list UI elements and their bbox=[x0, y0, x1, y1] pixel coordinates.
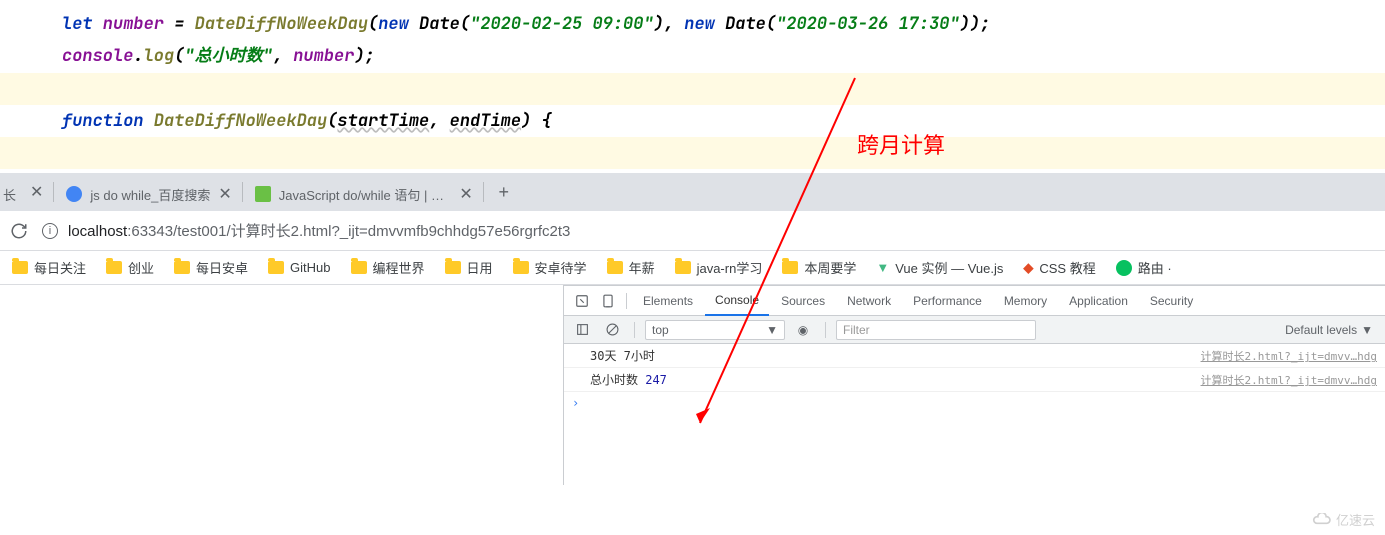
browser-tab-strip: 长 ✕ js do while_百度搜索 ✕ JavaScript do/whi… bbox=[0, 173, 1385, 211]
tab-elements[interactable]: Elements bbox=[633, 286, 703, 316]
log-source-link[interactable]: 计算时长2.html?_ijt=dmvv…hdg bbox=[1201, 372, 1377, 388]
bookmark-item[interactable]: 创业 bbox=[98, 254, 162, 281]
code-line-2: console.log("总小时数", number); bbox=[0, 40, 1385, 72]
folder-icon bbox=[12, 261, 28, 274]
bookmark-item[interactable]: 年薪 bbox=[599, 254, 663, 281]
tab-performance[interactable]: Performance bbox=[903, 286, 992, 316]
site-info-icon[interactable]: i bbox=[42, 223, 58, 239]
close-icon[interactable]: ✕ bbox=[20, 182, 53, 202]
bookmark-item[interactable]: ◆CSS 教程 bbox=[1015, 254, 1103, 281]
bookmark-item[interactable]: ▼Vue 实例 — Vue.js bbox=[868, 254, 1011, 281]
bookmark-item[interactable]: java-rn学习 bbox=[667, 254, 771, 281]
bookmark-item[interactable]: 安卓待学 bbox=[505, 254, 595, 281]
favicon-icon bbox=[255, 186, 271, 202]
clear-icon[interactable] bbox=[600, 318, 624, 342]
page-content bbox=[0, 285, 563, 485]
devtools-tab-strip: Elements Console Sources Network Perform… bbox=[564, 286, 1385, 316]
folder-icon bbox=[351, 261, 367, 274]
vue-icon: ▼ bbox=[876, 260, 889, 275]
separator bbox=[634, 322, 635, 338]
folder-icon bbox=[445, 261, 461, 274]
folder-icon bbox=[174, 261, 190, 274]
bookmark-item[interactable]: 编程世界 bbox=[343, 254, 433, 281]
context-selector[interactable]: top▼ bbox=[645, 320, 785, 340]
address-bar: i localhost:63343/test001/计算时长2.html?_ij… bbox=[0, 211, 1385, 251]
new-tab-button[interactable]: + bbox=[490, 178, 518, 206]
device-icon[interactable] bbox=[596, 289, 620, 313]
console-prompt[interactable]: › bbox=[564, 392, 1385, 414]
log-entry: 总小时数 247 计算时长2.html?_ijt=dmvv…hdg bbox=[564, 368, 1385, 392]
tab-security[interactable]: Security bbox=[1140, 286, 1203, 316]
bookmark-item[interactable]: 日用 bbox=[437, 254, 501, 281]
bookmark-item[interactable]: 每日关注 bbox=[4, 254, 94, 281]
code-line-5 bbox=[0, 137, 1385, 169]
separator bbox=[626, 293, 627, 309]
devtools-panel: Elements Console Sources Network Perform… bbox=[563, 285, 1385, 485]
log-source-link[interactable]: 计算时长2.html?_ijt=dmvv…hdg bbox=[1201, 348, 1377, 364]
browser-tab-1[interactable]: js do while_百度搜索 ✕ bbox=[54, 177, 241, 211]
tab-memory[interactable]: Memory bbox=[994, 286, 1057, 316]
url-display[interactable]: i localhost:63343/test001/计算时长2.html?_ij… bbox=[42, 220, 1375, 241]
console-toolbar: top▼ ◉ Filter Default levels ▼ bbox=[564, 316, 1385, 344]
folder-icon bbox=[106, 261, 122, 274]
wechat-icon bbox=[1116, 260, 1132, 276]
bookmark-item[interactable]: 每日安卓 bbox=[166, 254, 256, 281]
eye-icon[interactable]: ◉ bbox=[791, 318, 815, 342]
code-line-4: function DateDiffNoWeekDay(startTime, en… bbox=[0, 105, 1385, 137]
folder-icon bbox=[513, 261, 529, 274]
code-line-1: let number = DateDiffNoWeekDay(new Date(… bbox=[0, 8, 1385, 40]
log-entry: 30天 7小时 计算时长2.html?_ijt=dmvv…hdg bbox=[564, 344, 1385, 368]
bookmark-item[interactable]: 路由 · bbox=[1108, 254, 1180, 281]
log-levels-dropdown[interactable]: Default levels ▼ bbox=[1279, 321, 1379, 339]
annotation-text: 跨月计算 bbox=[857, 128, 945, 160]
folder-icon bbox=[782, 261, 798, 274]
bookmark-item[interactable]: GitHub bbox=[260, 256, 338, 279]
tab-application[interactable]: Application bbox=[1059, 286, 1138, 316]
tab-network[interactable]: Network bbox=[837, 286, 901, 316]
bookmark-item[interactable]: 本周要学 bbox=[774, 254, 864, 281]
separator bbox=[825, 322, 826, 338]
sidebar-toggle-icon[interactable] bbox=[570, 318, 594, 342]
browser-tab-2[interactable]: JavaScript do/while 语句 | 菜鸟 ✕ bbox=[243, 177, 483, 211]
css-icon: ◆ bbox=[1023, 260, 1033, 276]
folder-icon bbox=[607, 261, 623, 274]
inspect-icon[interactable] bbox=[570, 289, 594, 313]
browser-tab-0[interactable]: 长 bbox=[0, 177, 20, 211]
close-icon[interactable]: ✕ bbox=[459, 184, 472, 204]
code-editor: let number = DateDiffNoWeekDay(new Date(… bbox=[0, 0, 1385, 169]
folder-icon bbox=[675, 261, 691, 274]
folder-icon bbox=[268, 261, 284, 274]
bookmarks-bar: 每日关注 创业 每日安卓 GitHub 编程世界 日用 安卓待学 年薪 java… bbox=[0, 251, 1385, 285]
tab-console[interactable]: Console bbox=[705, 286, 769, 316]
tab-sources[interactable]: Sources bbox=[771, 286, 835, 316]
filter-input[interactable]: Filter bbox=[836, 320, 1036, 340]
code-line-3 bbox=[0, 73, 1385, 105]
tab-divider bbox=[483, 182, 484, 202]
watermark: 亿速云 bbox=[1312, 510, 1375, 529]
close-icon[interactable]: ✕ bbox=[218, 184, 231, 204]
reload-button[interactable] bbox=[10, 222, 28, 240]
page-split: Elements Console Sources Network Perform… bbox=[0, 285, 1385, 485]
favicon-icon bbox=[66, 186, 82, 202]
console-log: 30天 7小时 计算时长2.html?_ijt=dmvv…hdg 总小时数 24… bbox=[564, 344, 1385, 485]
